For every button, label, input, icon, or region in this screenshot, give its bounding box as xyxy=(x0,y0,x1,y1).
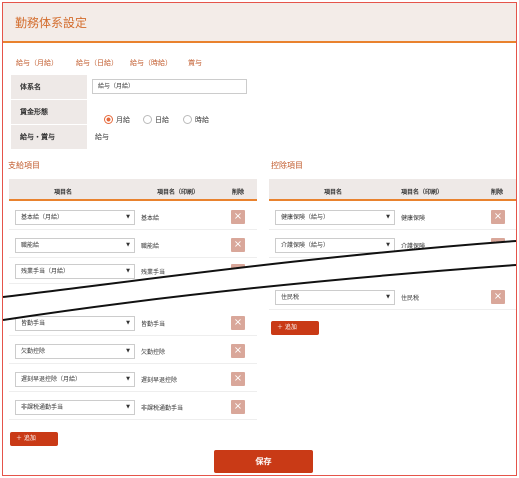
deduction-table-header: 項目名 項目名（印刷） 削除 xyxy=(269,179,516,201)
tab-daily[interactable]: 給与（日給） xyxy=(76,58,118,68)
print-name: 基本給 xyxy=(141,215,160,222)
tab-monthly[interactable]: 給与（月給） xyxy=(16,58,58,68)
plus-icon: ＋ xyxy=(16,435,24,442)
close-icon: × xyxy=(233,265,243,276)
deduction-section-title: 控除項目 xyxy=(271,161,303,170)
name-input[interactable]: 給与（月給） xyxy=(92,79,247,94)
col-item: 項目名 xyxy=(324,189,343,196)
delete-button[interactable]: × xyxy=(231,344,245,358)
print-name: 残業手当 xyxy=(141,269,166,276)
page-header: 勤務体系設定 xyxy=(3,3,516,43)
payment-section-title: 支給項目 xyxy=(8,161,40,170)
type-label: 給与・賞与 xyxy=(11,125,87,149)
print-name: 遅刻早退控除 xyxy=(141,377,178,384)
close-icon: × xyxy=(493,291,503,302)
close-icon: × xyxy=(233,345,243,356)
delete-button[interactable]: × xyxy=(231,400,245,414)
chevron-down-icon: ▼ xyxy=(126,320,130,326)
item-select[interactable]: 住民税 ▼ xyxy=(275,290,395,305)
payment-table: 項目名 項目名（印刷） 削除 基本給（月給） ▼ 基本給 × 職能給 ▼ 職能給 × 残業手当（… xyxy=(9,179,257,421)
col-delete: 削除 xyxy=(491,189,504,196)
page-title: 勤務体系設定 xyxy=(15,16,88,30)
close-icon: × xyxy=(233,401,243,412)
radio-dot-icon xyxy=(104,115,113,124)
tab-bonus[interactable]: 賞与 xyxy=(188,58,202,68)
wage-label: 賃金形態 xyxy=(11,100,87,124)
close-icon: × xyxy=(233,239,243,250)
table-row: 遅刻早退控除（月給） ▼ 遅刻早退控除 × xyxy=(9,366,257,392)
chevron-down-icon: ▼ xyxy=(126,376,130,382)
close-icon: × xyxy=(233,211,243,222)
delete-button[interactable]: × xyxy=(491,238,505,252)
delete-button[interactable]: × xyxy=(491,210,505,224)
table-row: 皆勤手当 ▼ 皆勤手当 × xyxy=(9,310,257,336)
chevron-down-icon: ▼ xyxy=(386,294,390,300)
item-select[interactable]: 残業手当（月給） ▼ xyxy=(15,264,135,279)
item-select[interactable]: 非課税通勤手当 ▼ xyxy=(15,400,135,415)
chevron-down-icon: ▼ xyxy=(126,404,130,410)
delete-button[interactable]: × xyxy=(231,316,245,330)
payment-add-button[interactable]: ＋ 追加 xyxy=(10,432,58,446)
chevron-down-icon: ▼ xyxy=(126,214,130,220)
type-value: 給与 xyxy=(95,133,109,141)
table-row: 非課税通勤手当 ▼ 非課税通勤手当 × xyxy=(9,394,257,420)
table-row: 欠勤控除 ▼ 欠勤控除 × xyxy=(9,338,257,364)
close-icon: × xyxy=(493,211,503,222)
delete-button[interactable]: × xyxy=(491,290,505,304)
tab-hourly[interactable]: 給与（時給） xyxy=(130,58,172,68)
table-row: 残業手当（月給） ▼ 残業手当 × xyxy=(9,258,257,284)
chevron-down-icon: ▼ xyxy=(126,348,130,354)
print-name: 住民税 xyxy=(401,295,420,302)
delete-button[interactable]: × xyxy=(231,238,245,252)
chevron-down-icon: ▼ xyxy=(386,214,390,220)
item-select[interactable]: 欠勤控除 ▼ xyxy=(15,344,135,359)
col-print: 項目名（印刷） xyxy=(157,189,200,196)
table-row: 住民税 ▼ 住民税 × xyxy=(269,284,516,310)
item-select[interactable]: 介護保険（給与） ▼ xyxy=(275,238,395,253)
close-icon: × xyxy=(233,317,243,328)
col-item: 項目名 xyxy=(54,189,73,196)
delete-button[interactable]: × xyxy=(231,264,245,278)
name-label: 体系名 xyxy=(11,75,87,99)
col-print: 項目名（印刷） xyxy=(401,189,444,196)
col-delete: 削除 xyxy=(232,189,245,196)
deduction-add-button[interactable]: ＋ 追加 xyxy=(271,321,319,335)
delete-button[interactable]: × xyxy=(231,372,245,386)
item-select[interactable]: 職能給 ▼ xyxy=(15,238,135,253)
wage-row: 賃金形態 月給 日給 時給 xyxy=(11,100,259,124)
plus-icon: ＋ xyxy=(277,324,285,331)
delete-button[interactable]: × xyxy=(231,210,245,224)
item-select[interactable]: 基本給（月給） ▼ xyxy=(15,210,135,225)
item-select[interactable]: 遅刻早退控除（月給） ▼ xyxy=(15,372,135,387)
radio-dot-icon xyxy=(183,115,192,124)
chevron-down-icon: ▼ xyxy=(126,242,130,248)
item-select[interactable]: 健康保険（給与） ▼ xyxy=(275,210,395,225)
print-name: 欠勤控除 xyxy=(141,349,166,356)
payment-table-header: 項目名 項目名（印刷） 削除 xyxy=(9,179,257,201)
radio-dot-icon xyxy=(143,115,152,124)
chevron-down-icon: ▼ xyxy=(386,242,390,248)
print-name: 皆勤手当 xyxy=(141,321,166,328)
print-name: 非課税通勤手当 xyxy=(141,405,184,412)
chevron-down-icon: ▼ xyxy=(126,268,130,274)
deduction-table: 項目名 項目名（印刷） 削除 健康保険（給与） ▼ 健康保険 × 介護保険（給与） ▼ 介護… xyxy=(269,179,516,310)
settings-window: 勤務体系設定 給与（月給） 給与（日給） 給与（時給） 賞与 体系名 賃金形態 … xyxy=(2,2,517,476)
save-button[interactable]: 保存 xyxy=(214,450,313,473)
print-name: 職能給 xyxy=(141,243,160,250)
table-row: 介護保険（給与） ▼ 介護保険 × xyxy=(269,232,516,258)
table-row: 職能給 ▼ 職能給 × xyxy=(9,232,257,258)
item-select[interactable]: 皆勤手当 ▼ xyxy=(15,316,135,331)
table-row: 基本給（月給） ▼ 基本給 × xyxy=(9,204,257,230)
close-icon: × xyxy=(493,239,503,250)
table-row: 健康保険（給与） ▼ 健康保険 × xyxy=(269,204,516,230)
print-name: 健康保険 xyxy=(401,215,426,222)
type-row: 給与・賞与 給与 xyxy=(11,125,259,149)
print-name: 介護保険 xyxy=(401,243,426,250)
close-icon: × xyxy=(233,373,243,384)
